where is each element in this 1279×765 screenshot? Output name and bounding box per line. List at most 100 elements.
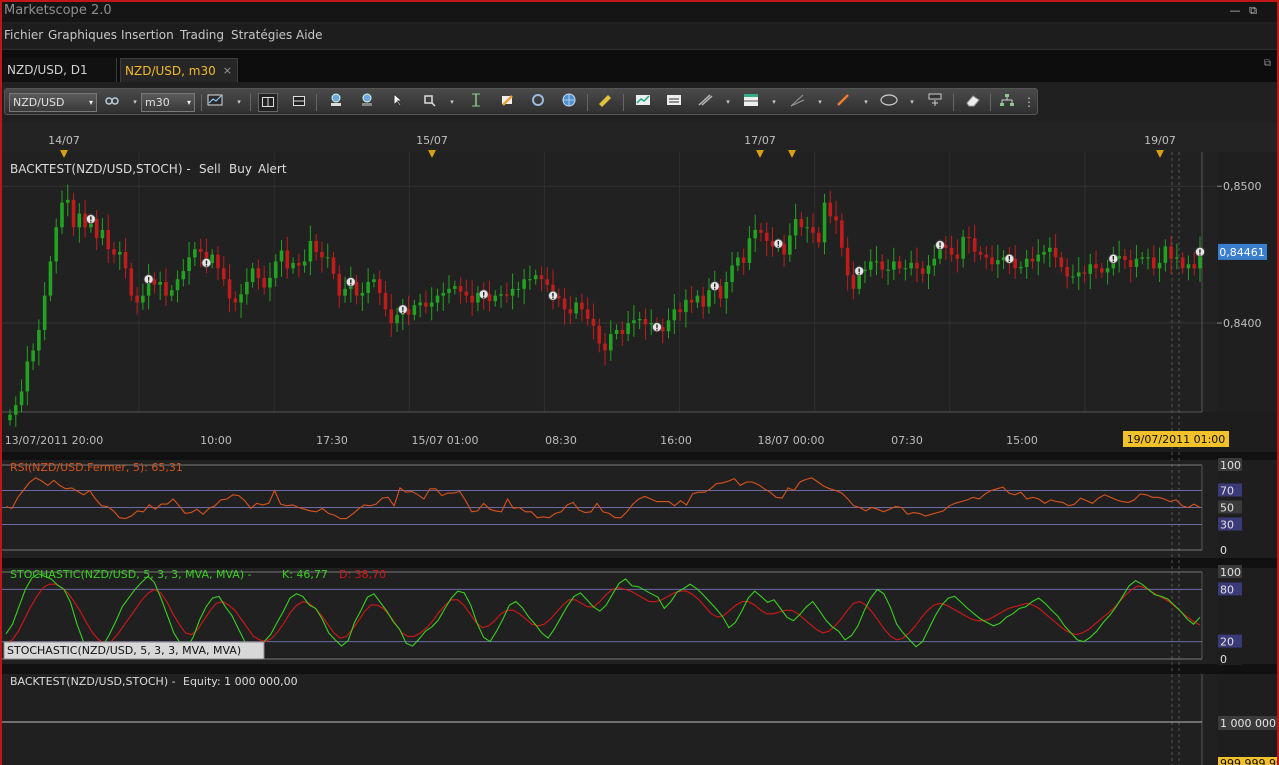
- candle-body[interactable]: [799, 219, 804, 228]
- candle-body[interactable]: [1175, 257, 1179, 259]
- candle-body[interactable]: [811, 227, 815, 233]
- candle-body[interactable]: [568, 309, 573, 314]
- candle-body[interactable]: [522, 279, 526, 289]
- candle-body[interactable]: [447, 288, 451, 293]
- chevron-down-icon[interactable]: ▾: [724, 93, 732, 112]
- candle-body[interactable]: [198, 249, 203, 252]
- candle-body[interactable]: [60, 202, 64, 228]
- candle-body[interactable]: [216, 254, 220, 269]
- candle-body[interactable]: [245, 282, 249, 295]
- candle-body[interactable]: [383, 292, 388, 310]
- candle-body[interactable]: [100, 230, 105, 239]
- candle-body[interactable]: [1157, 262, 1162, 269]
- candle-body[interactable]: [458, 286, 463, 292]
- menu-graphiques[interactable]: Graphiques: [48, 28, 117, 42]
- candle-body[interactable]: [1076, 272, 1081, 277]
- candle-body[interactable]: [42, 295, 47, 330]
- candle-body[interactable]: [1082, 272, 1087, 274]
- candle-body[interactable]: [1053, 247, 1058, 258]
- candle-body[interactable]: [239, 294, 243, 303]
- candle-body[interactable]: [643, 318, 648, 325]
- candle-body[interactable]: [909, 262, 913, 269]
- candle-body[interactable]: [585, 309, 590, 319]
- candle-body[interactable]: [13, 405, 18, 415]
- candle-body[interactable]: [233, 298, 238, 303]
- candle-body[interactable]: [1030, 258, 1035, 262]
- candle-body[interactable]: [360, 292, 365, 296]
- eraser-icon[interactable]: [963, 93, 983, 112]
- globe-icon[interactable]: [559, 93, 579, 112]
- candle-body[interactable]: [764, 232, 769, 241]
- menu-trading[interactable]: Trading: [180, 28, 224, 42]
- candle-body[interactable]: [880, 261, 885, 270]
- candle-body[interactable]: [915, 262, 919, 269]
- restore-button[interactable]: ⧉: [1246, 4, 1260, 18]
- candle-body[interactable]: [493, 295, 498, 302]
- hierarchy-icon[interactable]: [997, 93, 1017, 112]
- properties-icon[interactable]: [664, 93, 684, 112]
- candle-body[interactable]: [707, 290, 711, 307]
- candle-body[interactable]: [996, 260, 1000, 265]
- candle-body[interactable]: [701, 295, 705, 307]
- chart-type-icon[interactable]: [205, 93, 225, 112]
- candle-body[interactable]: [978, 251, 983, 255]
- candle-body[interactable]: [54, 227, 59, 262]
- data-window-icon[interactable]: [466, 93, 486, 112]
- candle-body[interactable]: [314, 240, 318, 252]
- chevron-down-icon[interactable]: ▾: [770, 93, 778, 112]
- candle-body[interactable]: [175, 279, 180, 291]
- candle-body[interactable]: [94, 219, 99, 239]
- candle-body[interactable]: [181, 271, 186, 280]
- candle-body[interactable]: [453, 286, 457, 289]
- candle-body[interactable]: [788, 235, 792, 255]
- candle-body[interactable]: [71, 199, 76, 228]
- buy-label[interactable]: Buy: [229, 162, 252, 176]
- candle-body[interactable]: [262, 277, 266, 288]
- candle-body[interactable]: [1163, 246, 1168, 263]
- candle-body[interactable]: [169, 290, 174, 296]
- fan-lines-icon[interactable]: [787, 93, 807, 112]
- candle-body[interactable]: [545, 279, 550, 285]
- candle-body[interactable]: [793, 219, 798, 236]
- candle-body[interactable]: [268, 277, 272, 288]
- candle-body[interactable]: [949, 247, 954, 255]
- chart-canvas[interactable]: !!!!!!!!!!!!!!! 14/07 15/07 17/07 19/07 BACK…: [2, 122, 1277, 765]
- crosshair-icon[interactable]: [419, 93, 439, 112]
- candle-body[interactable]: [920, 268, 925, 274]
- candle-body[interactable]: [955, 254, 960, 259]
- candle-body[interactable]: [603, 343, 607, 351]
- candle-body[interactable]: [984, 254, 989, 258]
- candle-body[interactable]: [1065, 266, 1069, 277]
- candle-body[interactable]: [1024, 258, 1029, 267]
- candle-body[interactable]: [343, 288, 347, 296]
- candle-body[interactable]: [1169, 246, 1173, 259]
- candle-body[interactable]: [273, 261, 278, 278]
- candle-body[interactable]: [580, 302, 584, 310]
- candle-body[interactable]: [753, 230, 757, 239]
- period-select[interactable]: m30 ▾: [141, 93, 195, 112]
- candle-body[interactable]: [164, 282, 168, 296]
- chevron-down-icon[interactable]: ▾: [816, 93, 824, 112]
- candle-body[interactable]: [227, 279, 232, 299]
- chevron-down-icon[interactable]: ▾: [131, 93, 139, 112]
- candle-body[interactable]: [505, 294, 509, 296]
- candle-body[interactable]: [528, 279, 532, 281]
- candle-body[interactable]: [1036, 254, 1041, 262]
- candle-body[interactable]: [279, 250, 284, 262]
- candle-body[interactable]: [614, 329, 619, 334]
- candle-body[interactable]: [389, 309, 394, 324]
- candle-body[interactable]: [221, 268, 226, 280]
- menu-strategies[interactable]: Stratégies: [231, 28, 292, 42]
- candle-body[interactable]: [429, 302, 434, 307]
- text-tool-icon[interactable]: [925, 93, 945, 112]
- candle-body[interactable]: [678, 309, 682, 313]
- candle-body[interactable]: [31, 350, 35, 362]
- candle-body[interactable]: [337, 273, 342, 296]
- candle-body[interactable]: [967, 236, 971, 239]
- candle-body[interactable]: [1123, 256, 1127, 261]
- layout-two-icon[interactable]: [289, 93, 309, 112]
- candle-body[interactable]: [470, 295, 474, 303]
- candle-body[interactable]: [672, 309, 677, 321]
- candle-body[interactable]: [533, 275, 538, 280]
- candle-body[interactable]: [892, 261, 896, 270]
